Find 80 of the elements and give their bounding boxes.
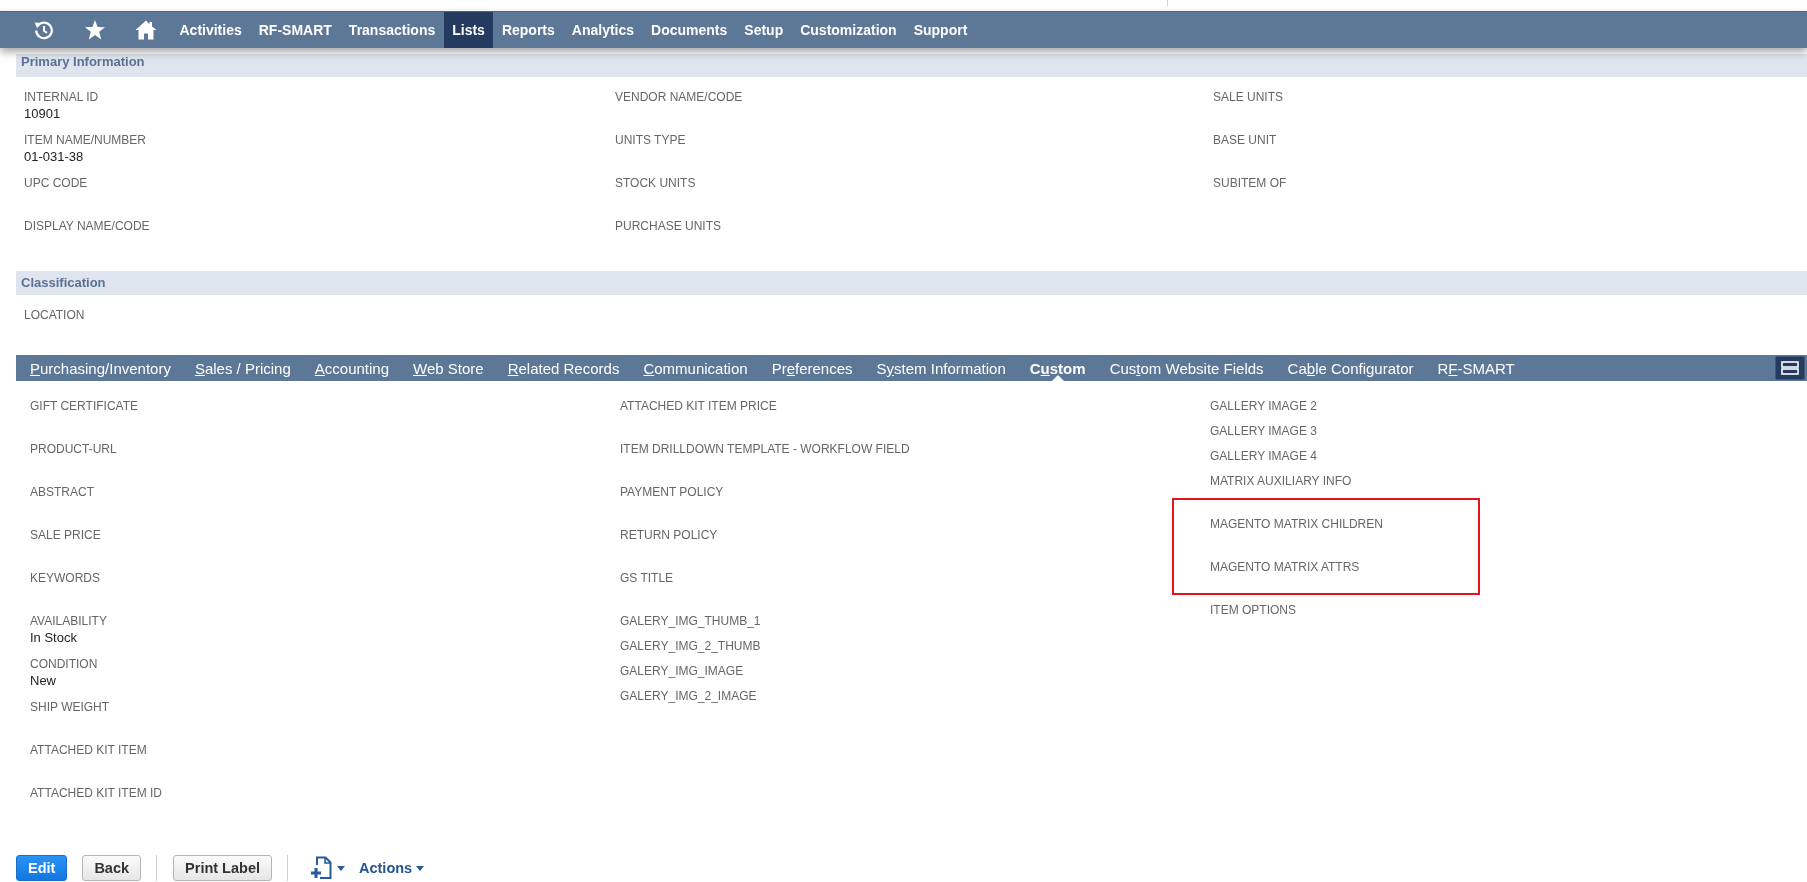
nav-menu-item[interactable]: Setup [735, 12, 792, 48]
tab-pointer-icon [1051, 375, 1064, 381]
caret-icon [337, 865, 345, 871]
field-label: GALERY_IMG_2_IMAGE [620, 688, 757, 704]
nav-menu-item[interactable]: Lists [443, 12, 494, 48]
field-label: UNITS TYPE [615, 132, 686, 148]
star-icon[interactable] [84, 19, 106, 41]
field-label: ABSTRACT [30, 484, 94, 500]
toolbar-button[interactable]: Back [82, 855, 142, 881]
field-label: SHIP WEIGHT [30, 699, 110, 715]
field-label: SALE UNITS [1213, 89, 1284, 105]
field-value: 10901 [24, 105, 61, 122]
field-label: SUBITEM OF [1213, 175, 1287, 191]
field-label: STOCK UNITS [615, 175, 696, 191]
nav-menu-item[interactable]: Support [905, 12, 976, 48]
nav-menu-item[interactable]: Activities [171, 12, 251, 48]
toolbar-button[interactable]: Edit [16, 855, 68, 881]
subtab[interactable]: Related Records [495, 355, 632, 381]
field-label: LOCATION [24, 307, 85, 323]
field-label: ATTACHED KIT ITEM PRICE [620, 398, 777, 414]
field-label: ATTACHED KIT ITEM [30, 742, 147, 758]
field-label: DISPLAY NAME/CODE [24, 218, 150, 234]
field-value: In Stock [30, 629, 77, 646]
field-label: ITEM OPTIONS [1210, 602, 1296, 618]
history-icon[interactable] [33, 19, 55, 41]
field-label: GALLERY IMAGE 4 [1210, 448, 1317, 464]
section-header: Classification [16, 271, 1807, 295]
subtab[interactable]: Accounting [302, 355, 402, 381]
field-label: ITEM DRILLDOWN TEMPLATE - WORKFLOW FIELD [620, 441, 910, 457]
nav-menu-item[interactable]: Analytics [563, 12, 643, 48]
stacked-rectangles-icon [1781, 361, 1799, 375]
field-label: ATTACHED KIT ITEM ID [30, 785, 162, 801]
caret-icon [416, 865, 425, 871]
field-label: GS TITLE [620, 570, 674, 586]
field-label: GALLERY IMAGE 2 [1210, 398, 1317, 414]
field-label: UPC CODE [24, 175, 88, 191]
subtab[interactable]: System Information [864, 355, 1018, 381]
actions-menu-button[interactable]: Actions [359, 860, 425, 876]
field-label: PAYMENT POLICY [620, 484, 724, 500]
home-icon[interactable] [135, 19, 157, 41]
subtab[interactable]: Purchasing/Inventory [18, 355, 183, 381]
field-label: ITEM NAME/NUMBER [24, 132, 146, 148]
nav-menu-item[interactable]: Customization [791, 12, 906, 48]
subtab[interactable]: Preferences [759, 355, 865, 381]
field-label: AVAILABILITY [30, 613, 107, 629]
field-label: MAGENTO MATRIX CHILDREN [1210, 516, 1383, 532]
section-header: Primary Information [16, 54, 1807, 77]
field-label: BASE UNIT [1213, 132, 1277, 148]
field-label: GALERY_IMG_THUMB_1 [620, 613, 761, 629]
subtab[interactable]: Custom [1017, 355, 1098, 381]
subtab[interactable]: Web Store [401, 355, 496, 381]
field-value: New [30, 672, 56, 689]
subtab[interactable]: Custom Website Fields [1097, 355, 1276, 381]
layout-toggle-button[interactable] [1775, 356, 1805, 380]
field-label: GALERY_IMG_IMAGE [620, 663, 744, 679]
subtab[interactable]: Sales / Pricing [182, 355, 303, 381]
field-label: PRODUCT-URL [30, 441, 117, 457]
field-label: GALERY_IMG_2_THUMB [620, 638, 761, 654]
nav-menu-item[interactable]: Transactions [340, 12, 444, 48]
subtab[interactable]: RF-SMART [1425, 355, 1527, 381]
field-label: CONDITION [30, 656, 98, 672]
field-label: INTERNAL ID [24, 89, 99, 105]
nav-menu-item[interactable]: RF-SMART [250, 12, 341, 48]
field-label: GIFT CERTIFICATE [30, 398, 138, 414]
field-value: 01-031-38 [24, 148, 84, 165]
field-label: VENDOR NAME/CODE [615, 89, 743, 105]
field-label: SALE PRICE [30, 527, 101, 543]
new-record-button[interactable] [310, 856, 345, 880]
subtab[interactable]: Cable Configurator [1275, 355, 1426, 381]
subtab[interactable]: Communication [631, 355, 760, 381]
nav-menu-item[interactable]: Documents [642, 12, 736, 48]
toolbar-button[interactable]: Print Label [173, 855, 272, 881]
page-plus-icon [310, 856, 332, 880]
field-label: RETURN POLICY [620, 527, 718, 543]
field-label: KEYWORDS [30, 570, 100, 586]
nav-menu-item[interactable]: Reports [493, 12, 564, 48]
field-label: PURCHASE UNITS [615, 218, 721, 234]
field-label: GALLERY IMAGE 3 [1210, 423, 1317, 439]
field-label: MATRIX AUXILIARY INFO [1210, 473, 1352, 489]
field-label: MAGENTO MATRIX ATTRS [1210, 559, 1360, 575]
